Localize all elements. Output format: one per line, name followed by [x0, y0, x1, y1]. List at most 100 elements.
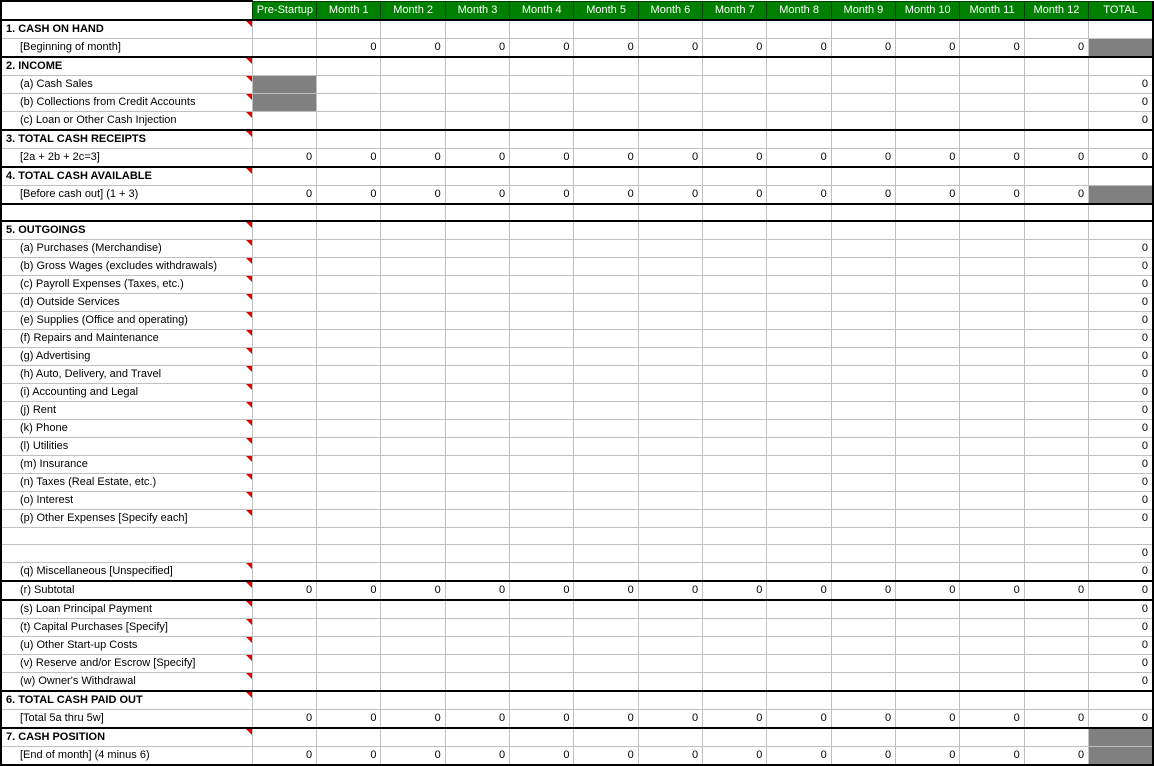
row-label[interactable]: 7. CASH POSITION: [1, 728, 252, 747]
cell-month-4[interactable]: [510, 383, 574, 401]
comment-indicator-icon[interactable]: [246, 402, 252, 408]
cell-month-7[interactable]: [703, 728, 767, 747]
cell-month-7[interactable]: [703, 455, 767, 473]
cell-month-2[interactable]: [381, 347, 445, 365]
cell-prestart[interactable]: [252, 293, 316, 311]
cell-month-4[interactable]: [510, 437, 574, 455]
cell-month-10[interactable]: [896, 401, 960, 419]
cell-month-10[interactable]: [896, 562, 960, 581]
cell-month-9[interactable]: 0: [831, 148, 895, 167]
cell-month-5[interactable]: [574, 365, 638, 383]
cell-prestart[interactable]: [252, 329, 316, 347]
cell-total[interactable]: [1089, 20, 1153, 39]
cell-month-11[interactable]: [960, 221, 1024, 240]
row-label[interactable]: 6. TOTAL CASH PAID OUT: [1, 691, 252, 710]
cell-month-2[interactable]: [381, 600, 445, 619]
cell-month-10[interactable]: [896, 600, 960, 619]
cell-month-3[interactable]: [445, 636, 509, 654]
cell-month-11[interactable]: 0: [960, 148, 1024, 167]
cell-month-1[interactable]: [317, 221, 381, 240]
cell-prestart[interactable]: [252, 20, 316, 39]
cell-month-10[interactable]: [896, 257, 960, 275]
cell-month-11[interactable]: [960, 167, 1024, 186]
cell-total[interactable]: 0: [1089, 709, 1153, 728]
cell-month-12[interactable]: 0: [1024, 148, 1088, 167]
cell-month-4[interactable]: [510, 562, 574, 581]
cell-month-7[interactable]: 0: [703, 38, 767, 57]
cell-month-1[interactable]: [317, 455, 381, 473]
cell-month-3[interactable]: [445, 562, 509, 581]
cell-month-9[interactable]: 0: [831, 709, 895, 728]
cell-month-12[interactable]: [1024, 329, 1088, 347]
cell-month-1[interactable]: 0: [317, 38, 381, 57]
cell-month-1[interactable]: [317, 75, 381, 93]
row-label[interactable]: (l) Utilities: [1, 437, 252, 455]
cell-month-3[interactable]: [445, 204, 509, 221]
cell-month-9[interactable]: [831, 562, 895, 581]
cell-month-2[interactable]: [381, 636, 445, 654]
cell-month-3[interactable]: [445, 383, 509, 401]
cell-month-9[interactable]: [831, 167, 895, 186]
row-label[interactable]: (i) Accounting and Legal: [1, 383, 252, 401]
cell-month-2[interactable]: [381, 437, 445, 455]
cell-month-9[interactable]: [831, 111, 895, 130]
cell-total[interactable]: 0: [1089, 111, 1153, 130]
cell-month-3[interactable]: [445, 130, 509, 149]
cell-month-9[interactable]: [831, 275, 895, 293]
cell-prestart[interactable]: 0: [252, 148, 316, 167]
cell-month-11[interactable]: [960, 473, 1024, 491]
cell-month-1[interactable]: [317, 672, 381, 691]
cell-month-10[interactable]: [896, 527, 960, 544]
cell-month-3[interactable]: [445, 365, 509, 383]
cell-month-12[interactable]: [1024, 75, 1088, 93]
comment-indicator-icon[interactable]: [246, 312, 252, 318]
cell-month-7[interactable]: [703, 365, 767, 383]
cell-month-7[interactable]: [703, 311, 767, 329]
cell-month-6[interactable]: [638, 618, 702, 636]
cell-month-1[interactable]: [317, 329, 381, 347]
row-label[interactable]: (q) Miscellaneous [Unspecified]: [1, 562, 252, 581]
cell-month-7[interactable]: [703, 473, 767, 491]
cell-month-5[interactable]: [574, 347, 638, 365]
cell-month-5[interactable]: [574, 311, 638, 329]
cell-month-11[interactable]: [960, 509, 1024, 527]
cell-month-12[interactable]: [1024, 691, 1088, 710]
cell-month-2[interactable]: [381, 293, 445, 311]
cell-month-10[interactable]: [896, 329, 960, 347]
cell-month-12[interactable]: 0: [1024, 581, 1088, 600]
cell-month-8[interactable]: [767, 365, 831, 383]
row-label[interactable]: (s) Loan Principal Payment: [1, 600, 252, 619]
row-label[interactable]: (b) Gross Wages (excludes withdrawals): [1, 257, 252, 275]
cell-month-10[interactable]: [896, 20, 960, 39]
cell-total[interactable]: [1089, 221, 1153, 240]
cell-total[interactable]: 0: [1089, 455, 1153, 473]
cell-total[interactable]: [1089, 38, 1153, 57]
cell-month-12[interactable]: [1024, 221, 1088, 240]
row-label[interactable]: 1. CASH ON HAND: [1, 20, 252, 39]
comment-indicator-icon[interactable]: [246, 294, 252, 300]
cell-prestart[interactable]: [252, 401, 316, 419]
cell-month-6[interactable]: 0: [638, 148, 702, 167]
cell-month-4[interactable]: [510, 527, 574, 544]
comment-indicator-icon[interactable]: [246, 330, 252, 336]
cell-month-9[interactable]: [831, 401, 895, 419]
cell-month-9[interactable]: [831, 365, 895, 383]
cell-month-1[interactable]: [317, 257, 381, 275]
cell-month-5[interactable]: [574, 75, 638, 93]
cell-month-9[interactable]: [831, 347, 895, 365]
comment-indicator-icon[interactable]: [246, 438, 252, 444]
cell-total[interactable]: [1089, 746, 1153, 765]
cell-month-3[interactable]: [445, 654, 509, 672]
cell-month-7[interactable]: [703, 691, 767, 710]
comment-indicator-icon[interactable]: [246, 655, 252, 661]
cell-month-7[interactable]: 0: [703, 709, 767, 728]
cell-total[interactable]: [1089, 728, 1153, 747]
cell-month-12[interactable]: [1024, 544, 1088, 562]
cell-month-4[interactable]: [510, 654, 574, 672]
cell-month-8[interactable]: [767, 311, 831, 329]
cell-month-8[interactable]: [767, 383, 831, 401]
comment-indicator-icon[interactable]: [246, 692, 252, 698]
cell-month-11[interactable]: [960, 437, 1024, 455]
cell-month-3[interactable]: [445, 672, 509, 691]
cell-month-1[interactable]: [317, 636, 381, 654]
